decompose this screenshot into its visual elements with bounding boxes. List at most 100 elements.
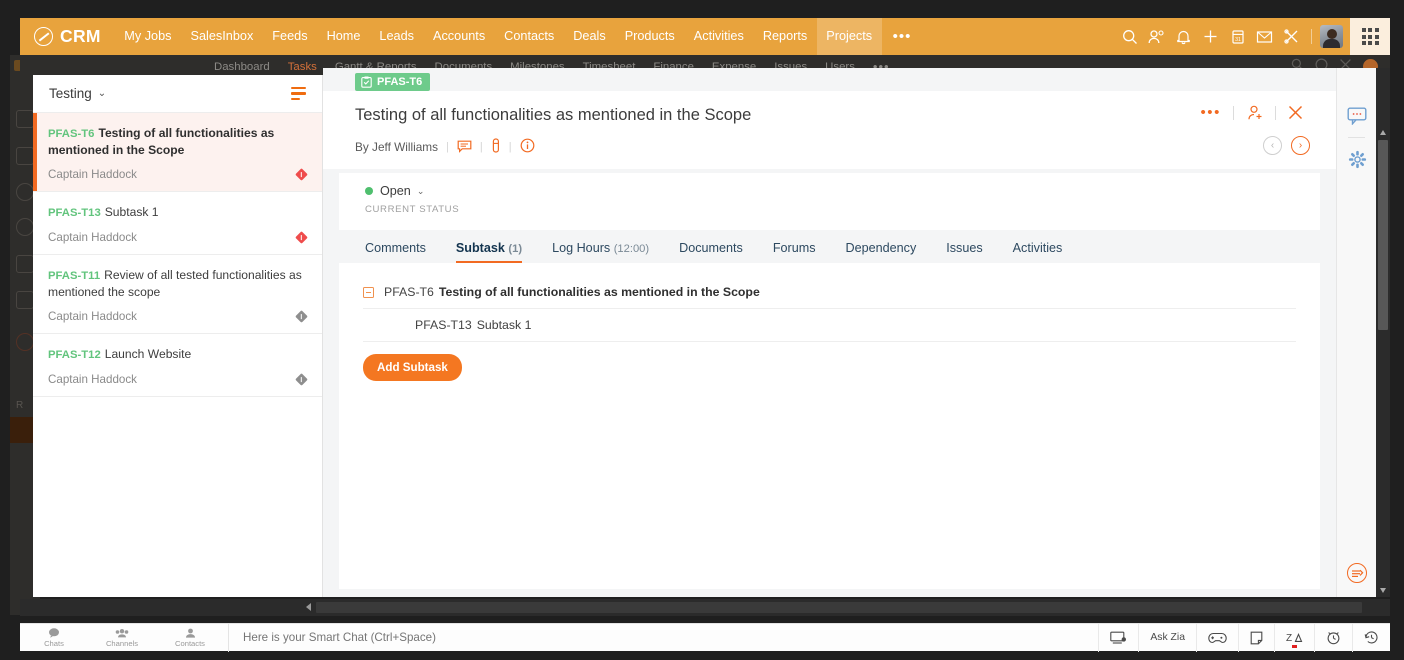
- search-icon[interactable]: [1116, 18, 1143, 55]
- subnav-dashboard[interactable]: Dashboard: [205, 61, 279, 73]
- contacts-button[interactable]: Contacts: [156, 628, 224, 648]
- tab-subtask[interactable]: Subtask (1): [441, 241, 537, 264]
- alarm-clock-icon[interactable]: [1314, 623, 1352, 652]
- chat-bubble-icon[interactable]: [1337, 98, 1377, 134]
- tab-dependency[interactable]: Dependency: [831, 241, 932, 263]
- vertical-scrollbar-thumb[interactable]: [1378, 140, 1388, 330]
- gamepad-icon[interactable]: [1196, 623, 1238, 652]
- subtask-panel: PFAS-T6 Testing of all functionalities a…: [339, 263, 1320, 589]
- nav-activities[interactable]: Activities: [684, 18, 753, 55]
- info-icon[interactable]: [520, 138, 535, 156]
- nav-contacts[interactable]: Contacts: [495, 18, 564, 55]
- attachment-icon[interactable]: [491, 138, 501, 156]
- priority-high-icon: [295, 168, 308, 181]
- calendar-icon[interactable]: 31: [1224, 18, 1251, 55]
- more-options-button[interactable]: •••: [1191, 104, 1230, 121]
- nav-home[interactable]: Home: [317, 18, 370, 55]
- apps-grid-icon[interactable]: [1350, 18, 1390, 55]
- task-key: PFAS-T12: [48, 349, 101, 361]
- envelope-icon[interactable]: [1251, 18, 1278, 55]
- vertical-scrollbar[interactable]: [1376, 68, 1390, 597]
- scroll-down-arrow-icon[interactable]: [1379, 588, 1386, 593]
- tab-label: Activities: [1012, 241, 1063, 255]
- screenshare-icon[interactable]: [1098, 623, 1138, 652]
- horizontal-scrollbar[interactable]: [20, 599, 1390, 616]
- settings-gear-icon[interactable]: [1337, 141, 1377, 177]
- divider: [1275, 105, 1276, 120]
- tab-documents[interactable]: Documents: [664, 241, 758, 263]
- task-owner: Captain Haddock: [48, 168, 137, 181]
- clipboard-check-icon: [361, 76, 372, 88]
- collapse-toggle-icon[interactable]: [363, 286, 374, 298]
- ask-zia-button[interactable]: Ask Zia: [1138, 623, 1196, 652]
- nav-feeds[interactable]: Feeds: [263, 18, 317, 55]
- nav-projects[interactable]: Projects: [816, 18, 882, 55]
- task-list-panel: Testing ⌄ PFAS-T6 Testing of all function…: [33, 75, 323, 597]
- nav-my-jobs[interactable]: My Jobs: [115, 18, 181, 55]
- dim-icon-notes: [16, 255, 34, 273]
- add-subtask-button[interactable]: Add Subtask: [363, 354, 462, 381]
- nav-more-button[interactable]: •••: [882, 18, 923, 55]
- task-list-item-line: PFAS-T11 Review of all tested functionali…: [48, 267, 306, 300]
- filter-lines-icon[interactable]: [291, 87, 306, 100]
- bell-icon[interactable]: [1170, 18, 1197, 55]
- history-clock-icon[interactable]: [1352, 623, 1390, 652]
- nav-products[interactable]: Products: [615, 18, 684, 55]
- task-list-item-meta: Captain Haddock: [48, 231, 308, 244]
- scroll-up-arrow-icon[interactable]: [1379, 130, 1386, 135]
- next-record-button[interactable]: ›: [1291, 136, 1310, 155]
- tab-forums[interactable]: Forums: [758, 241, 831, 263]
- tools-icon[interactable]: [1278, 18, 1305, 55]
- task-list-item-pfas-t11[interactable]: PFAS-T11 Review of all tested functionali…: [33, 255, 322, 334]
- chevron-down-icon[interactable]: ⌄: [98, 88, 106, 99]
- status-value: Open: [380, 184, 411, 198]
- chats-button[interactable]: Chats: [20, 627, 88, 648]
- nav-salesinbox[interactable]: SalesInbox: [181, 18, 263, 55]
- divider: |: [508, 141, 512, 153]
- brand-logo[interactable]: CRM: [20, 26, 115, 47]
- task-list-item-line: PFAS-T6 Testing of all functionalities as…: [48, 125, 306, 158]
- close-icon[interactable]: [1279, 105, 1312, 120]
- nav-accounts[interactable]: Accounts: [423, 18, 494, 55]
- task-list-item-pfas-t6[interactable]: PFAS-T6 Testing of all functionalities as…: [33, 113, 322, 192]
- status-dropdown[interactable]: Open ⌄: [365, 184, 424, 198]
- horizontal-scrollbar-thumb[interactable]: [316, 602, 1362, 613]
- notes-icon[interactable]: [1238, 623, 1274, 652]
- previous-record-button[interactable]: ‹: [1263, 136, 1282, 155]
- tab-activities[interactable]: Activities: [998, 241, 1078, 263]
- task-list-item-pfas-t12[interactable]: PFAS-T12 Launch Website Captain Haddock: [33, 334, 322, 397]
- dim-icon-clock: [16, 333, 34, 351]
- add-assignee-icon[interactable]: [1237, 105, 1272, 121]
- task-list-item-pfas-t13[interactable]: PFAS-T13 Subtask 1 Captain Haddock: [33, 192, 322, 255]
- subtask-key: PFAS-T6: [384, 285, 434, 299]
- subnav-tasks[interactable]: Tasks: [279, 61, 326, 73]
- task-owner: Captain Haddock: [48, 373, 137, 386]
- channels-label: Channels: [105, 638, 139, 648]
- comment-icon[interactable]: [457, 139, 472, 156]
- dim-icon-user: [16, 218, 34, 236]
- subtask-child-row[interactable]: PFAS-T13 Subtask 1: [363, 309, 1296, 342]
- scroll-left-arrow-icon[interactable]: [306, 603, 311, 611]
- tab-count: (12:00): [613, 243, 650, 255]
- dim-icon-chat: [16, 183, 34, 201]
- nav-reports[interactable]: Reports: [753, 18, 816, 55]
- task-list-item-meta: Captain Haddock: [48, 373, 308, 386]
- subtask-parent-row[interactable]: PFAS-T6 Testing of all functionalities a…: [363, 276, 1296, 309]
- page-title: Testing of all functionalities as mentio…: [355, 106, 752, 124]
- user-avatar[interactable]: [1320, 25, 1343, 48]
- tab-comments[interactable]: Comments: [339, 241, 441, 263]
- dim-letter-r: R: [16, 400, 24, 411]
- tab-log-hours[interactable]: Log Hours (12:00): [537, 241, 664, 263]
- users-icon[interactable]: [1143, 18, 1170, 55]
- channels-button[interactable]: Channels: [88, 628, 156, 648]
- tab-label: Documents: [679, 241, 743, 255]
- divider: [1233, 105, 1234, 120]
- collapse-panel-icon[interactable]: [1347, 563, 1367, 583]
- nav-leads[interactable]: Leads: [370, 18, 424, 55]
- plus-icon[interactable]: [1197, 18, 1224, 55]
- tab-issues[interactable]: Issues: [931, 241, 997, 263]
- task-list-item-line: PFAS-T12 Launch Website: [48, 346, 306, 363]
- nav-deals[interactable]: Deals: [564, 18, 615, 55]
- zia-analytics-icon[interactable]: Z: [1274, 623, 1314, 652]
- smart-chat-input[interactable]: [235, 631, 1099, 644]
